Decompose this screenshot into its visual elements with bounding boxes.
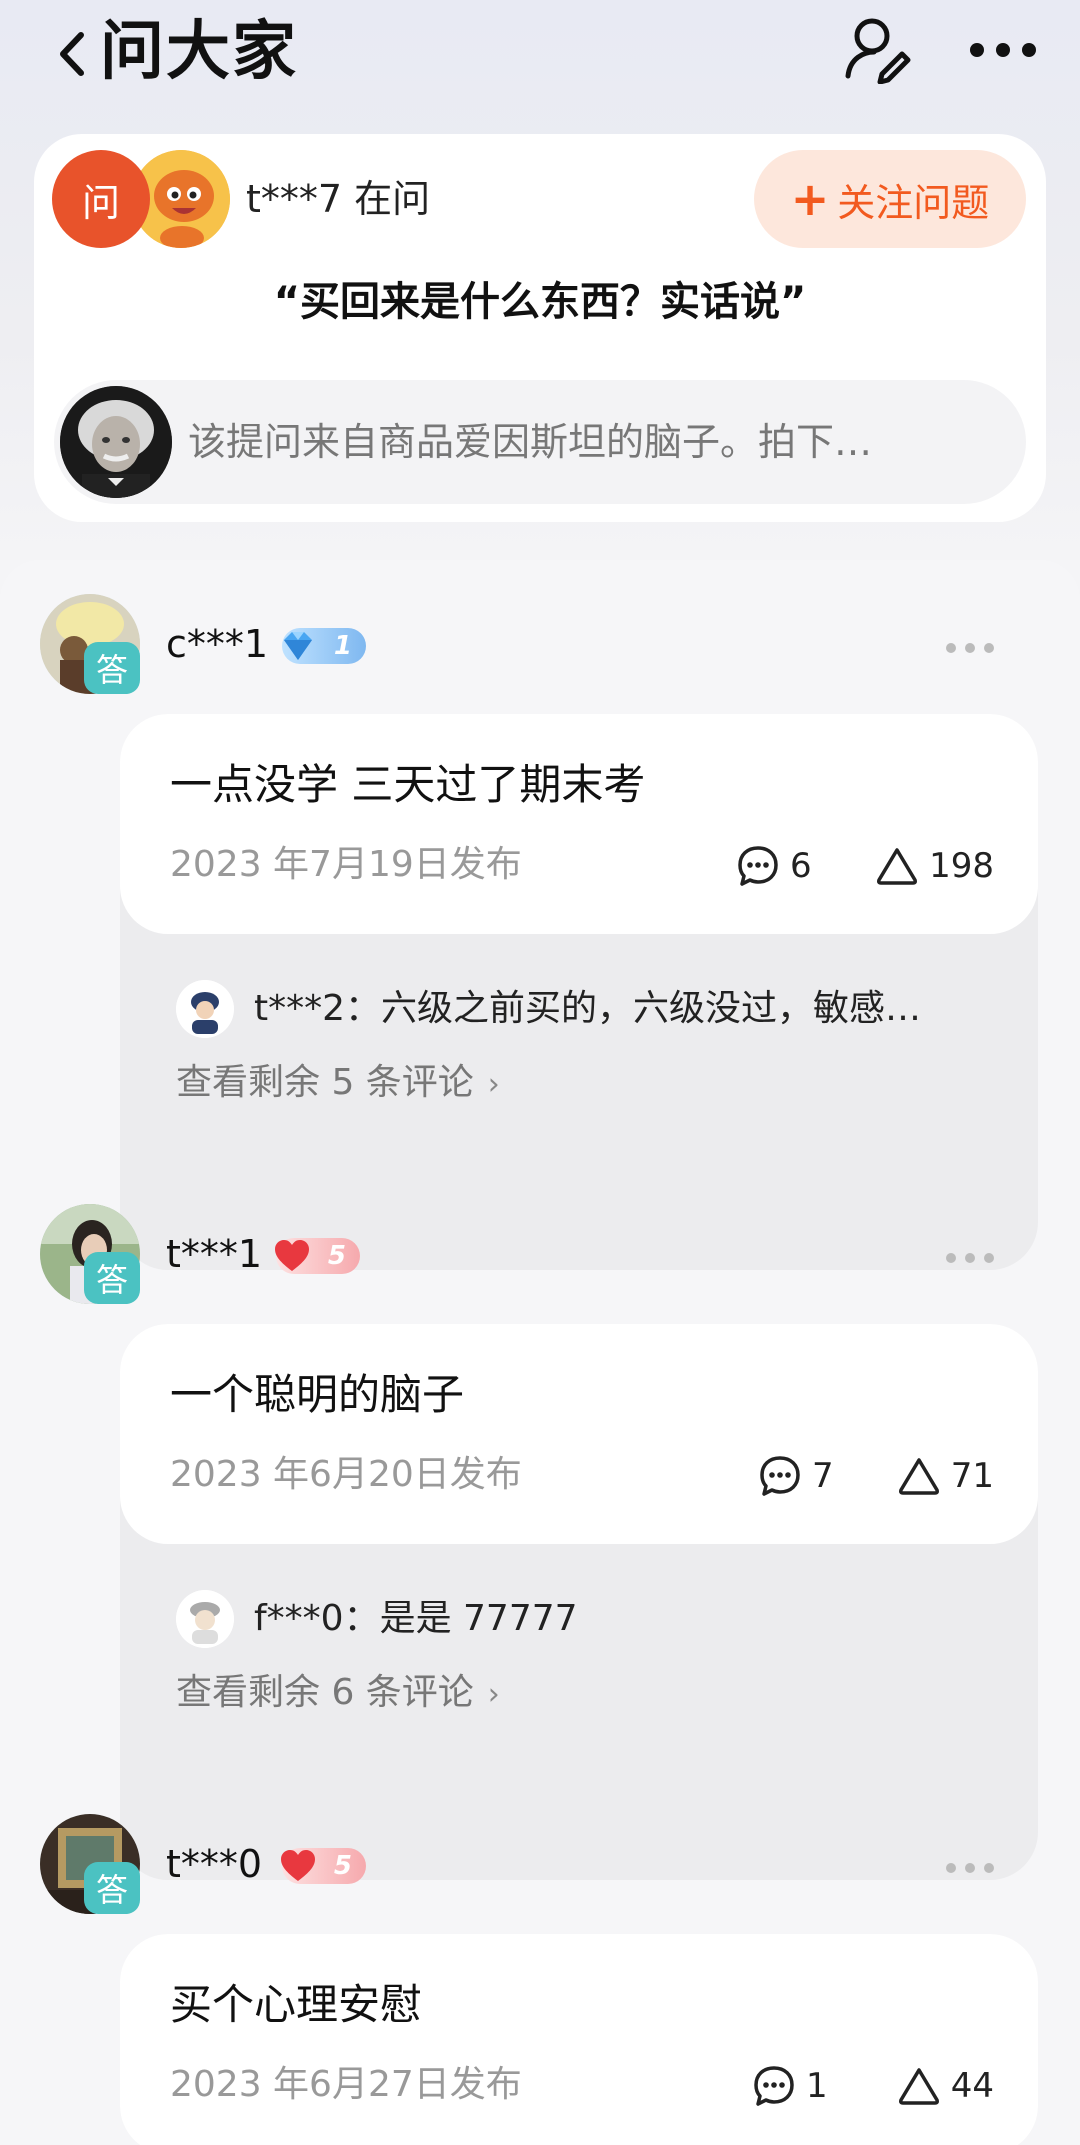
reply-avatar bbox=[176, 980, 234, 1038]
product-avatar bbox=[60, 386, 172, 498]
reply-text: f***0：是是 77777 bbox=[254, 1598, 578, 1639]
plus-icon: + bbox=[790, 172, 830, 226]
page-title: 问大家 bbox=[100, 15, 298, 89]
comment-count: 1 bbox=[806, 2066, 828, 2106]
answer-date: 2023 年7月19日发布 bbox=[170, 844, 522, 885]
nav-bar: 问大家 bbox=[0, 0, 1080, 110]
answer-badge: 答 bbox=[84, 1252, 140, 1304]
answer-content[interactable]: 一个聪明的脑子 2023 年6月20日发布 7 71 bbox=[120, 1324, 1038, 1544]
like-triangle-icon bbox=[877, 848, 918, 885]
comment-icon bbox=[754, 2066, 794, 2106]
dot-icon bbox=[970, 43, 984, 57]
like-triangle-icon bbox=[898, 1458, 939, 1495]
comment-count-button[interactable]: 1 bbox=[752, 2064, 828, 2108]
follow-label: 关注问题 bbox=[837, 180, 990, 225]
level-number: 5 bbox=[333, 1851, 352, 1881]
answer-text: 买个心理安慰 bbox=[170, 1980, 423, 2029]
answer-badge: 答 bbox=[84, 642, 140, 694]
diamond-icon bbox=[284, 632, 312, 660]
reply-preview[interactable]: f***0：是是 77777 bbox=[120, 1590, 1038, 1648]
answer-content[interactable]: 买个心理安慰 2023 年6月27日发布 1 44 bbox=[120, 1934, 1038, 2145]
comment-count: 7 bbox=[812, 1456, 834, 1496]
answer-more-button[interactable] bbox=[946, 1862, 994, 1874]
level-number: 5 bbox=[327, 1241, 346, 1271]
follow-question-button[interactable]: + 关注问题 bbox=[754, 150, 1026, 248]
like-triangle-icon bbox=[898, 2068, 939, 2105]
answer-card: 买个心理安慰 2023 年6月27日发布 1 44 bbox=[120, 1934, 1038, 2145]
back-button[interactable] bbox=[50, 22, 94, 86]
level-number: 1 bbox=[333, 631, 352, 661]
view-more-label: 查看剩余 5 条评论 bbox=[176, 1062, 474, 1103]
asker-label: t***7 在问 bbox=[246, 177, 431, 221]
ask-badge: 问 bbox=[52, 150, 150, 248]
comment-count: 6 bbox=[790, 846, 812, 886]
dot-icon bbox=[996, 43, 1010, 57]
user-edit-button[interactable] bbox=[842, 14, 912, 85]
reply-preview[interactable]: t***2：六级之前买的，六级没过，敏感… bbox=[120, 980, 1038, 1038]
reply-avatar bbox=[176, 1590, 234, 1648]
comment-count-button[interactable]: 6 bbox=[736, 844, 812, 888]
reply-text: t***2：六级之前买的，六级没过，敏感… bbox=[254, 988, 922, 1029]
answer-more-button[interactable] bbox=[946, 1252, 994, 1264]
like-count: 198 bbox=[929, 846, 994, 886]
answer-text: 一个聪明的脑子 bbox=[170, 1370, 465, 1419]
view-more-comments[interactable]: 查看剩余 5 条评论 › bbox=[176, 1058, 500, 1110]
level-badge: 5 bbox=[275, 1238, 360, 1274]
like-button[interactable]: 71 bbox=[897, 1454, 994, 1498]
view-more-label: 查看剩余 6 条评论 bbox=[176, 1672, 474, 1713]
user-edit-icon bbox=[845, 18, 911, 85]
product-source-bar[interactable]: 该提问来自商品爱因斯坦的脑子。拍下… bbox=[54, 380, 1026, 504]
dot-icon bbox=[1022, 43, 1036, 57]
level-badge: 5 bbox=[281, 1848, 366, 1884]
question-text: “买回来是什么东西？实话说” bbox=[273, 279, 807, 325]
answer-date: 2023 年6月27日发布 bbox=[170, 2064, 522, 2105]
like-button[interactable]: 44 bbox=[897, 2064, 994, 2108]
answer-content[interactable]: 一点没学 三天过了期末考 2023 年7月19日发布 6 198 bbox=[120, 714, 1038, 934]
answerer-name[interactable]: t***0 bbox=[166, 1838, 262, 1890]
product-source-text: 该提问来自商品爱因斯坦的脑子。拍下… bbox=[188, 420, 873, 464]
answer-date: 2023 年6月20日发布 bbox=[170, 1454, 522, 1495]
like-count: 71 bbox=[950, 1456, 994, 1496]
chevron-right-icon: › bbox=[487, 1677, 500, 1712]
answerer-name[interactable]: t***1 bbox=[166, 1228, 262, 1280]
answer-more-button[interactable] bbox=[946, 642, 994, 654]
comment-count-button[interactable]: 7 bbox=[758, 1454, 834, 1498]
answer-text: 一点没学 三天过了期末考 bbox=[170, 760, 646, 809]
question-card: 问 t***7 在问 + 关注问题 “买回来是什么东西？实话说” 该提问来自商品… bbox=[34, 134, 1046, 522]
answer-card: 一点没学 三天过了期末考 2023 年7月19日发布 6 198 t***2：六… bbox=[120, 714, 1038, 1270]
view-more-comments[interactable]: 查看剩余 6 条评论 › bbox=[176, 1668, 500, 1720]
comment-icon bbox=[738, 846, 778, 886]
back-chevron-icon bbox=[60, 32, 84, 76]
answerer-name[interactable]: c***1 bbox=[166, 618, 268, 670]
comment-icon bbox=[760, 1456, 800, 1496]
chevron-right-icon: › bbox=[487, 1067, 500, 1102]
heart-icon bbox=[281, 1850, 315, 1881]
heart-icon bbox=[275, 1240, 309, 1271]
like-button[interactable]: 198 bbox=[875, 844, 994, 888]
answer-badge: 答 bbox=[84, 1862, 140, 1914]
answer-card: 一个聪明的脑子 2023 年6月20日发布 7 71 f***0：是是 7777… bbox=[120, 1324, 1038, 1880]
more-menu-button[interactable] bbox=[970, 28, 1036, 72]
like-count: 44 bbox=[950, 2066, 994, 2106]
level-badge: 1 bbox=[282, 628, 366, 664]
